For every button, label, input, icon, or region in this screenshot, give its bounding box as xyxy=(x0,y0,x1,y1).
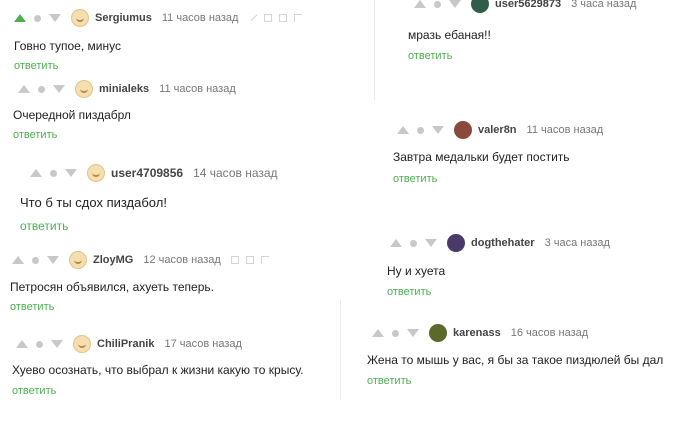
comment-text: мразь ебаная!! xyxy=(408,28,491,42)
username[interactable]: dogthehater xyxy=(471,237,535,249)
downvote-icon[interactable] xyxy=(49,14,61,22)
rating-dot-icon xyxy=(417,126,424,134)
upvote-icon[interactable] xyxy=(12,256,24,264)
comment-meta: user5629873 3 часа назад xyxy=(414,0,646,15)
column-divider xyxy=(340,300,341,400)
comment-text: Хуево осознать, что выбрал к жизни какую… xyxy=(12,363,304,377)
timestamp[interactable]: 3 часа назад xyxy=(545,237,610,249)
flag-icon[interactable] xyxy=(260,256,269,264)
reply-link[interactable]: ответить xyxy=(10,301,54,313)
timestamp[interactable]: 11 часов назад xyxy=(162,12,239,24)
rating-dot-icon xyxy=(410,239,417,247)
rating-dot-icon xyxy=(38,85,45,93)
username[interactable]: karenass xyxy=(453,327,501,339)
upvote-icon[interactable] xyxy=(414,0,426,8)
upvote-icon[interactable] xyxy=(30,169,42,177)
downvote-icon[interactable] xyxy=(425,239,437,247)
downvote-icon[interactable] xyxy=(47,256,59,264)
username[interactable]: user5629873 xyxy=(495,0,561,10)
avatar[interactable] xyxy=(454,121,472,139)
comment-text: Завтра медальки будет постить xyxy=(393,150,570,164)
username[interactable]: ChiliPranik xyxy=(97,338,154,350)
comment-meta: karenass 16 часов назад xyxy=(372,322,598,344)
username[interactable]: valer8n xyxy=(478,124,517,136)
downvote-icon[interactable] xyxy=(51,340,63,348)
avatar[interactable] xyxy=(69,251,87,269)
username[interactable]: user4709856 xyxy=(111,166,183,180)
comment-text: Говно тупое, минус xyxy=(14,39,121,53)
reply-link[interactable]: ответить xyxy=(14,60,58,72)
comment-meta: dogthehater 3 часа назад xyxy=(390,232,620,254)
avatar[interactable] xyxy=(87,164,105,182)
upvote-icon[interactable] xyxy=(390,239,402,247)
avatar[interactable] xyxy=(71,9,89,27)
reply-link[interactable]: ответить xyxy=(13,129,57,141)
comment-tools xyxy=(230,256,269,264)
upvote-icon[interactable] xyxy=(397,126,409,134)
rating-dot-icon xyxy=(434,0,441,8)
avatar[interactable] xyxy=(73,335,91,353)
username[interactable]: minialeks xyxy=(99,83,149,95)
downvote-icon[interactable] xyxy=(53,85,65,93)
downvote-icon[interactable] xyxy=(449,0,461,8)
reply-link[interactable]: ответить xyxy=(12,385,56,397)
timestamp[interactable]: 11 часов назад xyxy=(159,83,236,95)
rating-dot-icon xyxy=(34,14,41,22)
comment-meta: user4709856 14 часов назад xyxy=(30,162,288,184)
upvote-icon[interactable] xyxy=(16,340,28,348)
comment-meta: valer8n 11 часов назад xyxy=(397,119,613,141)
upvote-icon[interactable] xyxy=(18,85,30,93)
comment-meta: minialeks 11 часов назад xyxy=(18,78,246,100)
rating-dot-icon xyxy=(32,256,39,264)
avatar[interactable] xyxy=(447,234,465,252)
reply-link[interactable]: ответить xyxy=(408,50,452,62)
timestamp[interactable]: 17 часов назад xyxy=(164,338,241,350)
avatar[interactable] xyxy=(75,80,93,98)
comment-meta: ZloyMG 12 часов назад xyxy=(12,249,269,271)
avatar[interactable] xyxy=(429,324,447,342)
upvote-icon[interactable] xyxy=(372,329,384,337)
downvote-icon[interactable] xyxy=(65,169,77,177)
save-icon[interactable] xyxy=(230,256,239,264)
timestamp[interactable]: 14 часов назад xyxy=(193,166,277,180)
link-icon[interactable] xyxy=(279,14,288,22)
rating-dot-icon xyxy=(392,329,399,337)
timestamp[interactable]: 12 часов назад xyxy=(143,254,220,266)
reply-link[interactable]: ответить xyxy=(387,286,431,298)
timestamp[interactable]: 16 часов назад xyxy=(511,327,588,339)
comment-text: Петросян объявился, ахуеть теперь. xyxy=(10,280,214,294)
timestamp[interactable]: 11 часов назад xyxy=(527,124,604,136)
reply-link[interactable]: ответить xyxy=(393,173,437,185)
comment-meta: Sergiumus 11 часов назад xyxy=(14,7,303,29)
username[interactable]: Sergiumus xyxy=(95,12,152,24)
comment-text: Что б ты сдох пиздабол! xyxy=(20,195,167,210)
comment-text: Очередной пиздабрл xyxy=(13,108,131,122)
username[interactable]: ZloyMG xyxy=(93,254,133,266)
downvote-icon[interactable] xyxy=(432,126,444,134)
comment-meta: ChiliPranik 17 часов назад xyxy=(16,333,252,355)
timestamp[interactable]: 3 часа назад xyxy=(571,0,636,10)
downvote-icon[interactable] xyxy=(407,329,419,337)
flag-icon[interactable] xyxy=(294,14,303,22)
column-divider xyxy=(374,0,375,100)
upvote-icon[interactable] xyxy=(14,14,26,22)
link-icon[interactable] xyxy=(245,256,254,264)
reply-link[interactable]: ответить xyxy=(367,375,411,387)
avatar[interactable] xyxy=(471,0,489,13)
save-icon[interactable] xyxy=(264,14,273,22)
rating-dot-icon xyxy=(36,340,43,348)
comment-text: Ну и хуета xyxy=(387,264,446,278)
comment-text: Жена то мышь у вас, я бы за такое пиздюл… xyxy=(367,353,664,367)
rating-dot-icon xyxy=(50,169,57,177)
comment-tools xyxy=(248,11,303,22)
edit-icon[interactable] xyxy=(248,11,258,22)
reply-link[interactable]: ответить xyxy=(20,219,68,233)
